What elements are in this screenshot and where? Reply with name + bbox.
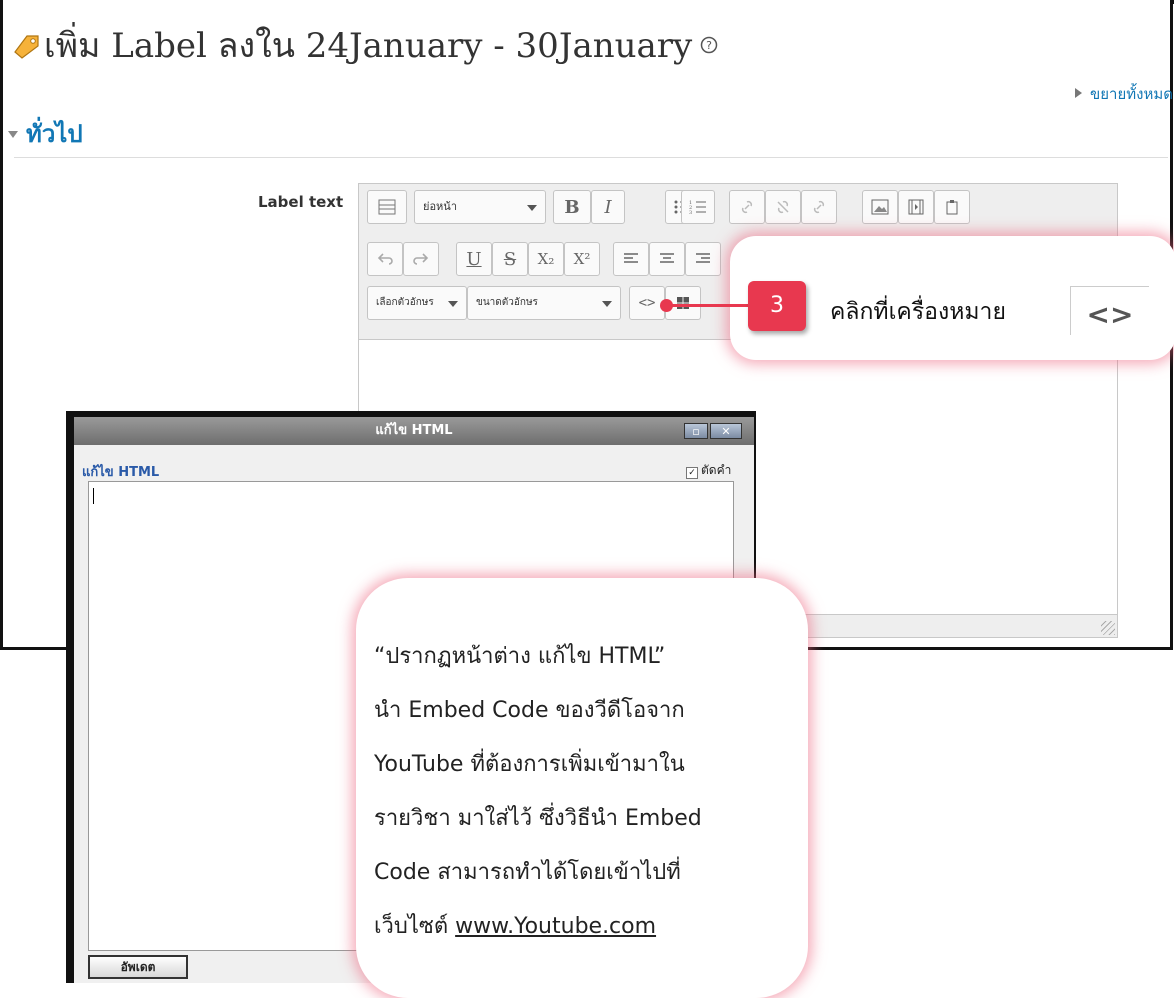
code-symbol-icon: <> bbox=[1070, 286, 1149, 335]
svg-text:?: ? bbox=[706, 39, 712, 52]
redo-icon[interactable] bbox=[403, 242, 439, 276]
font-size-select[interactable]: ขนาดตัวอักษร bbox=[467, 286, 621, 320]
chevron-down-icon bbox=[448, 301, 458, 307]
align-left-icon[interactable] bbox=[613, 242, 649, 276]
callout-pointer-dot bbox=[660, 299, 673, 312]
callout-pointer-line bbox=[666, 304, 748, 307]
description-line: รายวิชา มาใส่ไว้ ซึ่งวิธีนำ Embed bbox=[374, 806, 702, 831]
dialog-field-label: แก้ไข HTML bbox=[82, 465, 160, 480]
font-size-value: ขนาดตัวอักษร bbox=[476, 297, 538, 308]
click-instruction-text: คลิกที่เครื่องหมาย bbox=[830, 299, 1006, 325]
chevron-down-icon bbox=[527, 205, 537, 211]
link-icon[interactable] bbox=[729, 190, 765, 224]
superscript-button[interactable]: X² bbox=[564, 242, 600, 276]
label-text-field-label: Label text bbox=[258, 193, 344, 211]
section-title: ทั่วไป bbox=[26, 120, 83, 148]
section-divider bbox=[14, 157, 1168, 158]
font-family-value: เลือกตัวอักษร bbox=[376, 297, 434, 308]
strikethrough-button[interactable]: S bbox=[492, 242, 528, 276]
anchor-icon[interactable] bbox=[801, 190, 837, 224]
description-line: “ปรากฏหน้าต่าง แก้ไข HTML” bbox=[374, 644, 666, 669]
image-icon[interactable] bbox=[862, 190, 898, 224]
bold-button[interactable]: B bbox=[553, 190, 591, 224]
resize-grip-icon[interactable] bbox=[1101, 621, 1115, 635]
description-line: Code สามารถทำได้โดยเข้าไปที่ bbox=[374, 860, 681, 885]
page-title: เพิ่ม Label ลงใน 24January - 30January ? bbox=[12, 18, 718, 72]
help-icon[interactable]: ? bbox=[700, 23, 718, 54]
text-cursor bbox=[93, 488, 94, 504]
wrap-option-label: ตัดคำ bbox=[701, 463, 732, 477]
italic-button[interactable]: I bbox=[591, 190, 625, 224]
unlink-icon[interactable] bbox=[765, 190, 801, 224]
wrap-checkbox[interactable]: ✓ bbox=[686, 467, 698, 479]
dialog-title-text: แก้ไข HTML bbox=[375, 423, 453, 438]
update-button[interactable]: อัพเดต bbox=[88, 955, 188, 979]
expand-all-label: ขยายทั้งหมด bbox=[1090, 85, 1173, 103]
paragraph-format-select[interactable]: ย่อหน้า bbox=[414, 190, 546, 224]
undo-icon[interactable] bbox=[367, 242, 403, 276]
word-wrap-option[interactable]: ✓ ตัดคำ bbox=[686, 461, 731, 480]
align-right-icon[interactable] bbox=[685, 242, 721, 276]
paste-icon[interactable] bbox=[934, 190, 970, 224]
paragraph-format-value: ย่อหน้า bbox=[423, 200, 457, 213]
step-number-badge: 3 bbox=[748, 281, 806, 331]
description-line-last: เว็บไซต์ www.Youtube.com bbox=[374, 900, 794, 954]
toolbar-toggle-button[interactable] bbox=[367, 190, 407, 224]
expand-all-link[interactable]: ขยายทั้งหมด bbox=[1075, 82, 1173, 106]
description-line: นำ Embed Code ของวีดีโอจาก bbox=[374, 698, 685, 723]
label-tag-icon bbox=[12, 29, 40, 59]
dialog-title-bar[interactable]: แก้ไข HTML bbox=[74, 417, 754, 445]
svg-text:3: 3 bbox=[689, 210, 692, 215]
expand-arrow-icon bbox=[1075, 88, 1082, 98]
description-text: “ปรากฏหน้าต่าง แก้ไข HTML” นำ Embed Code… bbox=[374, 630, 794, 954]
description-prefix: เว็บไซต์ bbox=[374, 914, 456, 939]
numbered-list-button[interactable]: 123 bbox=[681, 190, 715, 224]
description-line: YouTube ที่ต้องการเพิ่มเข้ามาใน bbox=[374, 752, 685, 777]
maximize-window-button[interactable]: ▫ bbox=[684, 423, 708, 439]
media-icon[interactable] bbox=[898, 190, 934, 224]
close-window-button[interactable]: ✕ bbox=[710, 423, 742, 439]
youtube-link[interactable]: www.Youtube.com bbox=[455, 914, 656, 939]
underline-button[interactable]: U bbox=[456, 242, 492, 276]
align-center-icon[interactable] bbox=[649, 242, 685, 276]
section-general-header[interactable]: ทั่วไป bbox=[8, 114, 83, 153]
font-family-select[interactable]: เลือกตัวอักษร bbox=[367, 286, 467, 320]
chevron-down-icon bbox=[602, 301, 612, 307]
page-title-text: เพิ่ม Label ลงใน 24January - 30January bbox=[44, 26, 693, 66]
collapse-arrow-icon bbox=[8, 131, 18, 138]
subscript-button[interactable]: X₂ bbox=[528, 242, 564, 276]
